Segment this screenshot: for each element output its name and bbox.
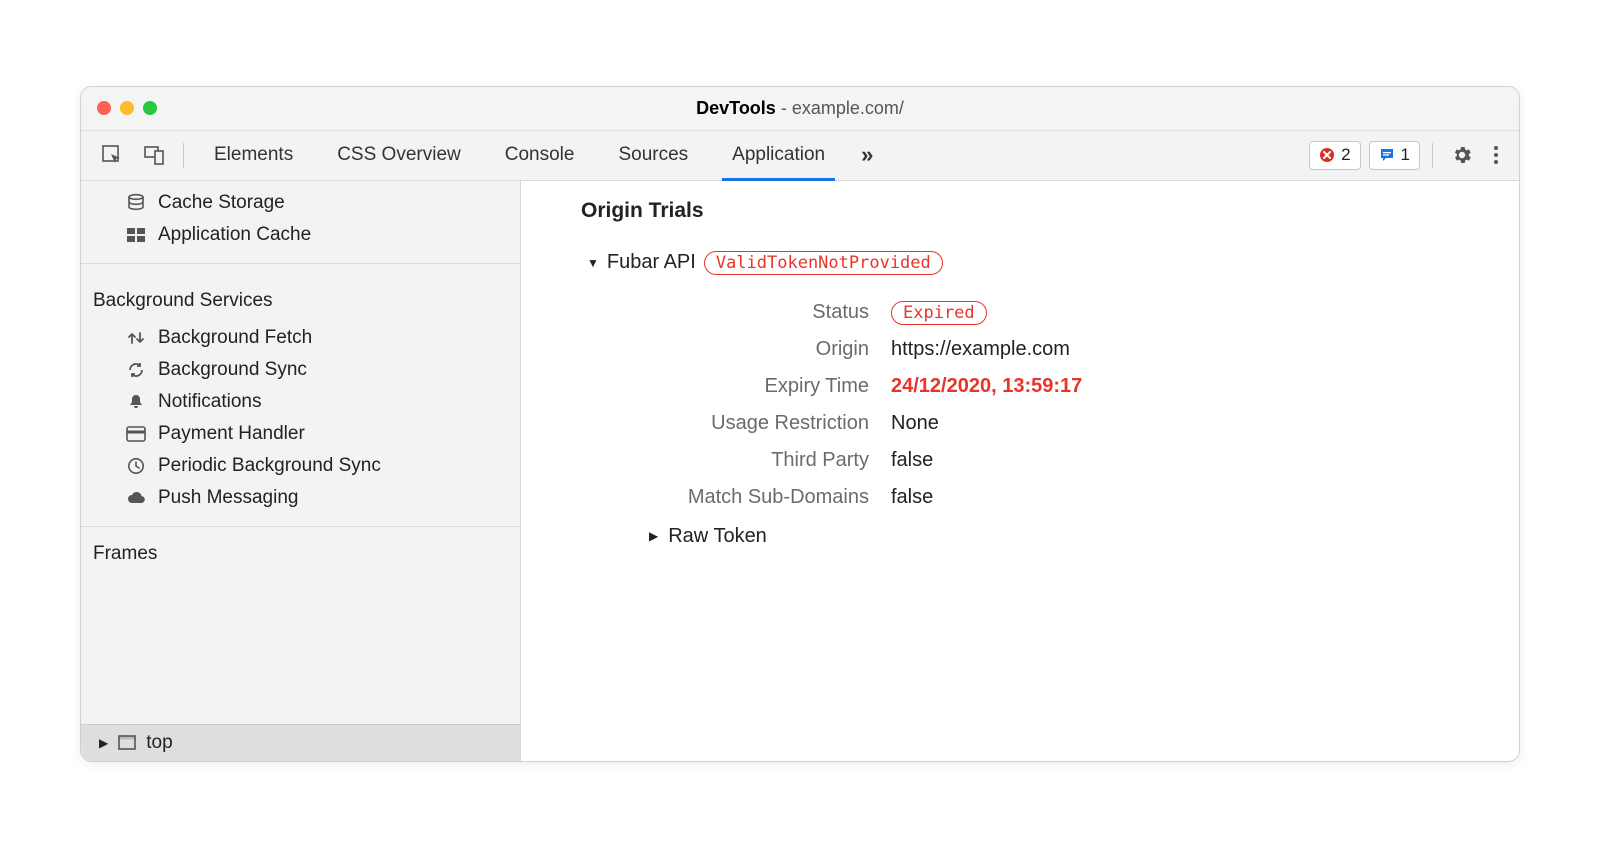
status-badge: Expired — [891, 301, 987, 325]
message-icon — [1379, 147, 1395, 163]
detail-row-usage-restriction: Usage Restriction None — [619, 412, 1519, 435]
origin-trial-row[interactable]: ▼ Fubar API ValidTokenNotProvided — [587, 251, 1519, 275]
sidebar-separator — [81, 263, 520, 264]
label-status: Status — [619, 301, 869, 324]
sidebar-item-background-sync[interactable]: Background Sync — [81, 354, 520, 386]
messages-pill[interactable]: 1 — [1369, 141, 1420, 170]
main-content: Origin Trials ▼ Fubar API ValidTokenNotP… — [521, 181, 1519, 761]
inspect-element-button[interactable] — [91, 131, 133, 180]
close-window-button[interactable] — [97, 101, 111, 115]
title-rest: example.com/ — [792, 98, 904, 118]
titlebar: DevTools - example.com/ — [81, 87, 1519, 131]
sidebar-heading-frames: Frames — [81, 539, 520, 575]
title-sep: - — [776, 98, 792, 118]
sidebar-item-label: Background Fetch — [158, 327, 312, 349]
tab-css-overview[interactable]: CSS Overview — [315, 131, 483, 180]
value-origin: https://example.com — [891, 338, 1519, 361]
raw-token-row[interactable]: ▶ Raw Token — [649, 525, 1519, 548]
toolbar-separator — [183, 143, 184, 168]
sidebar-item-label: Payment Handler — [158, 423, 305, 445]
tab-sources[interactable]: Sources — [596, 131, 710, 180]
frame-label: top — [146, 732, 172, 754]
label-match-subdomains: Match Sub-Domains — [619, 486, 869, 509]
disclosure-triangle-icon[interactable]: ▼ — [587, 256, 599, 270]
traffic-lights — [97, 101, 157, 115]
sidebar-separator — [81, 526, 520, 527]
disclosure-triangle-icon[interactable]: ▶ — [649, 529, 658, 543]
sidebar-item-frame-top[interactable]: ▶ top — [81, 724, 520, 761]
sidebar-item-push-messaging[interactable]: Push Messaging — [81, 482, 520, 514]
sidebar-item-label: Notifications — [158, 391, 262, 413]
sidebar-item-label: Push Messaging — [158, 487, 298, 509]
value-third-party: false — [891, 449, 1519, 472]
section-heading: Origin Trials — [581, 199, 1519, 223]
sidebar-item-label: Cache Storage — [158, 192, 285, 214]
bell-icon — [125, 393, 147, 411]
tabs-overflow-button[interactable]: » — [847, 131, 887, 180]
trial-details: Status Expired Origin https://example.co… — [619, 301, 1519, 548]
tab-application[interactable]: Application — [710, 131, 847, 180]
sidebar-item-label: Periodic Background Sync — [158, 455, 381, 477]
toolbar: Elements CSS Overview Console Sources Ap… — [81, 131, 1519, 181]
detail-row-expiry: Expiry Time 24/12/2020, 13:59:17 — [619, 375, 1519, 398]
trial-name: Fubar API — [607, 251, 696, 274]
sidebar-item-application-cache[interactable]: Application Cache — [81, 219, 520, 251]
settings-button[interactable] — [1441, 131, 1483, 180]
detail-row-status: Status Expired — [619, 301, 1519, 324]
title-strong: DevTools — [696, 98, 776, 118]
inspect-icon — [101, 144, 123, 166]
sidebar-item-background-fetch[interactable]: Background Fetch — [81, 322, 520, 354]
detail-row-third-party: Third Party false — [619, 449, 1519, 472]
updown-icon — [125, 329, 147, 347]
messages-count: 1 — [1401, 145, 1410, 165]
toolbar-separator — [1432, 143, 1433, 168]
detail-row-match-subdomains: Match Sub-Domains false — [619, 486, 1519, 509]
device-toolbar-button[interactable] — [133, 131, 175, 180]
devices-icon — [143, 144, 165, 166]
sidebar-item-label: Application Cache — [158, 224, 311, 246]
kebab-icon — [1493, 145, 1499, 165]
clock-icon — [125, 457, 147, 475]
sidebar-item-cache-storage[interactable]: Cache Storage — [81, 187, 520, 219]
window-icon — [116, 735, 138, 750]
label-third-party: Third Party — [619, 449, 869, 472]
detail-row-origin: Origin https://example.com — [619, 338, 1519, 361]
disclosure-triangle-icon[interactable]: ▶ — [99, 736, 108, 750]
tab-elements[interactable]: Elements — [192, 131, 315, 180]
grid-icon — [125, 228, 147, 242]
value-match-subdomains: false — [891, 486, 1519, 509]
trial-badge: ValidTokenNotProvided — [704, 251, 943, 275]
more-button[interactable] — [1483, 131, 1509, 180]
database-icon — [125, 193, 147, 213]
value-expiry: 24/12/2020, 13:59:17 — [891, 375, 1519, 398]
panel-tabs: Elements CSS Overview Console Sources Ap… — [192, 131, 847, 180]
sidebar-heading-background-services: Background Services — [81, 276, 520, 322]
label-usage-restriction: Usage Restriction — [619, 412, 869, 435]
raw-token-label: Raw Token — [668, 525, 767, 548]
gear-icon — [1451, 144, 1473, 166]
zoom-window-button[interactable] — [143, 101, 157, 115]
sidebar-item-label: Background Sync — [158, 359, 307, 381]
errors-count: 2 — [1341, 145, 1350, 165]
sidebar-item-notifications[interactable]: Notifications — [81, 386, 520, 418]
label-origin: Origin — [619, 338, 869, 361]
sidebar-item-periodic-background-sync[interactable]: Periodic Background Sync — [81, 450, 520, 482]
minimize-window-button[interactable] — [120, 101, 134, 115]
sync-icon — [125, 361, 147, 379]
card-icon — [125, 426, 147, 442]
panel-body: Cache Storage Application Cache Backgrou… — [81, 181, 1519, 761]
application-sidebar: Cache Storage Application Cache Backgrou… — [81, 181, 521, 761]
label-expiry: Expiry Time — [619, 375, 869, 398]
window-title: DevTools - example.com/ — [696, 98, 904, 119]
devtools-window: DevTools - example.com/ Elements CSS Ove… — [80, 86, 1520, 762]
error-icon — [1319, 147, 1335, 163]
errors-pill[interactable]: 2 — [1309, 141, 1360, 170]
value-usage-restriction: None — [891, 412, 1519, 435]
cloud-icon — [125, 491, 147, 505]
tab-console[interactable]: Console — [483, 131, 597, 180]
sidebar-item-payment-handler[interactable]: Payment Handler — [81, 418, 520, 450]
